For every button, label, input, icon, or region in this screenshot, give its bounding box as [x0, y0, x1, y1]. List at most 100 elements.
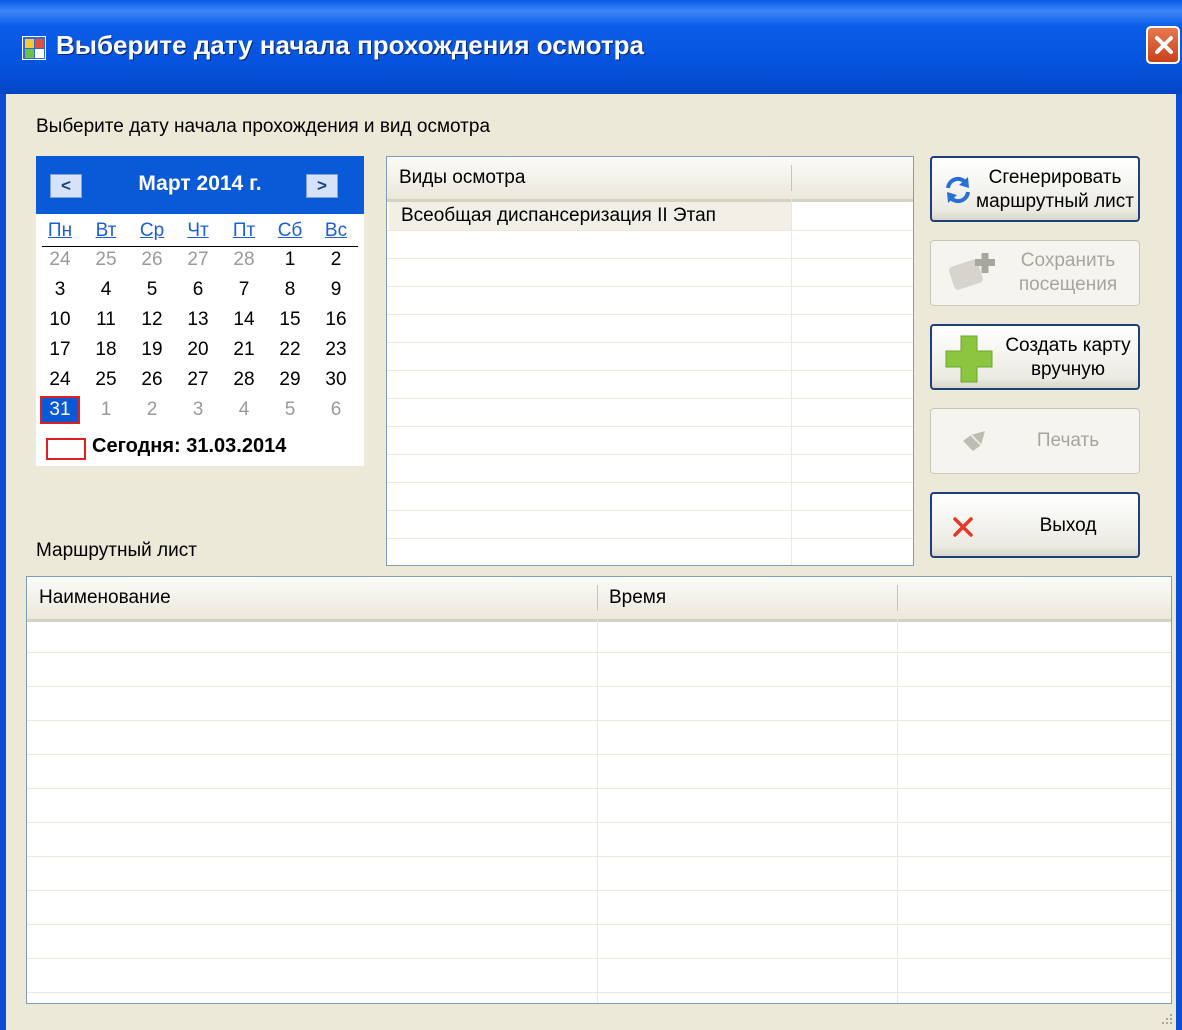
calendar-day[interactable]: 8 [270, 276, 310, 304]
calendar-day[interactable]: 29 [270, 366, 310, 394]
calendar-day[interactable]: 30 [316, 366, 356, 394]
calendar-day[interactable]: 26 [132, 366, 172, 394]
calendar-day[interactable]: 6 [316, 396, 356, 424]
calendar-day[interactable]: 14 [224, 306, 264, 334]
month-label[interactable]: Март 2014 г. [100, 172, 300, 196]
calendar-day[interactable]: 11 [86, 306, 126, 334]
calendar-day[interactable]: 24 [40, 366, 80, 394]
column-separator [897, 585, 898, 611]
calendar-day[interactable]: 16 [316, 306, 356, 334]
grid-line [387, 230, 913, 231]
next-month-button[interactable]: > [306, 174, 338, 198]
title-bar[interactable]: Выберите дату начала прохождения осмотра [0, 0, 1182, 94]
calendar-day[interactable]: 9 [316, 276, 356, 304]
calendar-day-selected[interactable]: 31 [40, 396, 80, 424]
print-label: Печать [1036, 430, 1100, 451]
weekday-label: Ср [139, 220, 165, 241]
generate-route-button[interactable]: Сгенерировать маршрутный лист [930, 156, 1140, 222]
calendar-day[interactable]: 25 [86, 366, 126, 394]
grid-line [387, 482, 913, 483]
calendar-day[interactable]: 22 [270, 336, 310, 364]
grid-line [27, 992, 1171, 993]
calendar-day[interactable]: 5 [132, 276, 172, 304]
route-sheet-label: Маршрутный лист [36, 540, 197, 561]
grid-line [27, 890, 1171, 891]
calendar-day[interactable]: 3 [40, 276, 80, 304]
exam-type-row[interactable]: Всеобщая диспансеризация II Этап [389, 202, 791, 230]
grid-line [387, 538, 913, 539]
calendar-day[interactable]: 25 [86, 246, 126, 274]
calendar-day[interactable]: 13 [178, 306, 218, 334]
grid-line [27, 652, 1171, 653]
calendar-day[interactable]: 27 [178, 246, 218, 274]
weekday-label: Пт [232, 220, 256, 241]
calendar-day[interactable]: 7 [224, 276, 264, 304]
calendar-day[interactable]: 3 [178, 396, 218, 424]
column-header-exam-type[interactable]: Виды осмотра [387, 157, 791, 199]
grid-line [27, 686, 1171, 687]
grid-line [27, 822, 1171, 823]
calendar-day[interactable]: 17 [40, 336, 80, 364]
resize-grip-icon[interactable] [1160, 1012, 1174, 1026]
grid-line [387, 426, 913, 427]
grid-line [387, 510, 913, 511]
calendar-day[interactable]: 18 [86, 336, 126, 364]
plus-icon [945, 335, 993, 383]
weekday-label: Вт [95, 220, 117, 241]
right-frame [1176, 94, 1182, 1030]
today-marker [46, 438, 86, 460]
calendar-header: < Март 2014 г. > [36, 156, 364, 214]
calendar-day[interactable]: 15 [270, 306, 310, 334]
print-icon [963, 431, 985, 451]
prev-month-button[interactable]: < [50, 174, 82, 198]
month-calendar[interactable]: < Март 2014 г. > Пн Вт Ср Чт Пт Сб Вс 24… [36, 156, 364, 466]
calendar-day[interactable]: 27 [178, 366, 218, 394]
calendar-day[interactable]: 4 [86, 276, 126, 304]
column-header-time[interactable]: Время [597, 577, 897, 619]
today-link[interactable]: Сегодня: 31.03.2014 [92, 435, 286, 458]
calendar-day[interactable]: 26 [132, 246, 172, 274]
grid-line [387, 314, 913, 315]
exit-button[interactable]: Выход [930, 492, 1140, 558]
close-button[interactable] [1146, 26, 1180, 64]
calendar-day[interactable]: 2 [132, 396, 172, 424]
create-card-line1: Создать карту [1005, 335, 1131, 356]
calendar-day[interactable]: 1 [270, 246, 310, 274]
calendar-day[interactable]: 23 [316, 336, 356, 364]
save-visits-button[interactable]: Сохранить посещения [930, 240, 1140, 306]
calendar-day[interactable]: 2 [316, 246, 356, 274]
column-header-name[interactable]: Наименование [27, 577, 597, 619]
weekday-label: Пн [47, 220, 73, 241]
calendar-day[interactable]: 24 [40, 246, 80, 274]
grid-line [387, 370, 913, 371]
save-visits-line1: Сохранить [1020, 250, 1116, 271]
calendar-day[interactable]: 21 [224, 336, 264, 364]
route-sheet-header: Наименование Время [27, 577, 1171, 622]
create-card-button[interactable]: Создать карту вручную [930, 324, 1140, 390]
calendar-day[interactable]: 1 [86, 396, 126, 424]
calendar-day[interactable]: 4 [224, 396, 264, 424]
close-icon [953, 517, 973, 537]
calendar-day[interactable]: 12 [132, 306, 172, 334]
weekday-row: Пн Вт Ср Чт Пт Сб Вс [36, 220, 364, 246]
grid-line [387, 286, 913, 287]
print-button[interactable]: Печать [930, 408, 1140, 474]
exam-types-header: Виды осмотра [387, 157, 913, 202]
exam-types-grid[interactable]: Виды осмотра Всеобщая диспансеризация II… [386, 156, 914, 566]
app-icon [22, 36, 46, 60]
calendar-day[interactable]: 28 [224, 246, 264, 274]
route-sheet-grid[interactable]: Наименование Время [26, 576, 1172, 1004]
create-card-line2: вручную [1030, 359, 1106, 380]
exit-label: Выход [1039, 515, 1097, 536]
calendar-day[interactable]: 5 [270, 396, 310, 424]
grid-line [387, 398, 913, 399]
left-frame [0, 94, 6, 1030]
refresh-icon [946, 176, 970, 204]
calendar-day[interactable]: 19 [132, 336, 172, 364]
grid-line [27, 754, 1171, 755]
calendar-day[interactable]: 6 [178, 276, 218, 304]
chevron-left-icon: < [61, 176, 71, 195]
calendar-day[interactable]: 20 [178, 336, 218, 364]
calendar-day[interactable]: 28 [224, 366, 264, 394]
calendar-day[interactable]: 10 [40, 306, 80, 334]
